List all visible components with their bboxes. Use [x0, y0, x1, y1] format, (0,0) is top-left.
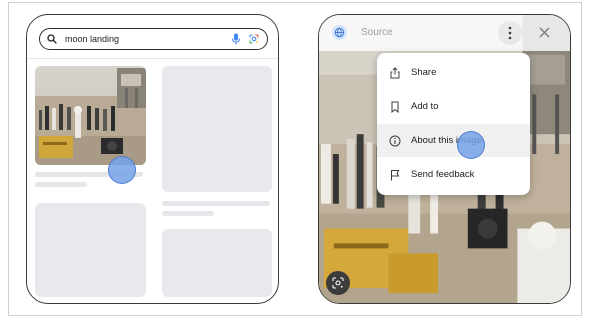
result-placeholder[interactable] — [162, 66, 272, 192]
globe-icon — [332, 25, 347, 40]
moon-landing-thumbnail — [35, 66, 146, 165]
source-label[interactable]: Source — [361, 27, 393, 38]
bookmark-icon — [391, 101, 399, 113]
search-results-screen: moon landing — [26, 14, 279, 304]
search-bar[interactable]: moon landing — [39, 28, 268, 50]
caption-line — [162, 201, 270, 206]
tap-indicator — [457, 131, 485, 159]
search-icon — [47, 34, 57, 44]
menu-item-label: Share — [411, 67, 437, 78]
overflow-menu: Share Add to About this image Send feedb… — [377, 53, 530, 195]
more-vert-icon[interactable] — [505, 26, 515, 40]
image-viewer-screen: Source Share Add to About this image Sen… — [318, 14, 571, 304]
header-divider — [27, 58, 278, 59]
close-icon[interactable] — [539, 27, 550, 38]
mic-icon[interactable] — [231, 33, 241, 45]
menu-item-share[interactable]: Share — [377, 56, 530, 89]
result-placeholder[interactable] — [162, 229, 272, 297]
caption-line — [35, 182, 87, 187]
lens-button[interactable] — [326, 271, 350, 295]
viewer-top-bar: Source — [319, 15, 570, 51]
share-icon — [390, 66, 400, 78]
result-placeholder[interactable] — [35, 203, 146, 297]
menu-item-label: Add to — [411, 101, 439, 112]
tap-indicator — [108, 156, 136, 184]
caption-line — [162, 211, 214, 216]
flag-icon — [391, 169, 400, 180]
lens-icon — [332, 277, 344, 289]
menu-item-send-feedback[interactable]: Send feedback — [377, 158, 530, 191]
menu-item-about-this-image[interactable]: About this image — [377, 124, 530, 157]
info-icon — [389, 135, 401, 146]
lens-icon[interactable] — [249, 34, 259, 44]
menu-item-label: Send feedback — [411, 169, 475, 180]
result-image-moon-landing[interactable] — [35, 66, 146, 165]
menu-item-add-to[interactable]: Add to — [377, 90, 530, 123]
search-query[interactable]: moon landing — [65, 34, 231, 44]
